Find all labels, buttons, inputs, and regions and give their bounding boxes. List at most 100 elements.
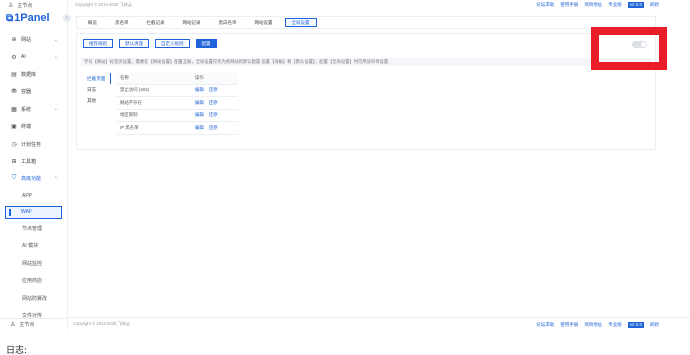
submenu-app-store[interactable]: 应用商店 — [0, 272, 67, 289]
bottom-bar: Copyright © 2014-2025 飞致云 论坛求助 使用手册 项目地址… — [69, 317, 690, 330]
edit-link[interactable]: 编辑 — [195, 125, 209, 130]
highlight-box — [591, 27, 667, 70]
schedule-icon: ◷ — [11, 141, 17, 148]
edit-link[interactable]: 编辑 — [195, 87, 209, 92]
menu-label: 高级功能 — [21, 176, 42, 183]
row-name: 禁止访问 (403) — [117, 84, 195, 97]
tab-black-white[interactable]: 黑白名单 — [213, 18, 243, 27]
sidebar: ♙ 主节点 ⧉ 1Panel ‹ ⊕ 网站 ⌄ ⚙ AI ⌄ ▤ 数据库 ⛃ 容器 ▦ 系统 ⌄… — [0, 0, 71, 330]
link-pro[interactable]: 专业版 — [608, 2, 622, 8]
recommended-rules-button[interactable]: 推荐规则 — [83, 39, 113, 48]
node-footer[interactable]: ♙ 主节点 — [0, 318, 68, 330]
logo-text: 1Panel — [14, 12, 50, 24]
menu-label: 数据库 — [21, 71, 37, 78]
menu-label: 容器 — [21, 89, 32, 96]
link-project[interactable]: 项目地址 — [584, 322, 602, 328]
menu-item-terminal[interactable]: ▣ 终端 — [0, 118, 67, 135]
container-icon: ⛃ — [11, 89, 17, 96]
menu-label: 终端 — [21, 124, 32, 131]
tab-site-log[interactable]: 网站记录 — [177, 18, 207, 27]
copyright-text: Copyright © 2014-2025 飞致云 — [73, 321, 131, 326]
restore-link[interactable]: 还原 — [209, 112, 223, 117]
link-manual[interactable]: 使用手册 — [560, 2, 578, 8]
tab-global-settings[interactable]: 全局设置 — [284, 18, 317, 27]
chevron-up-icon: ⌃ — [53, 175, 58, 182]
edit-link[interactable]: 编辑 — [195, 100, 209, 105]
menu-label: AI — [21, 54, 26, 61]
subnav-block-page[interactable]: 拦截页面 — [85, 73, 111, 84]
menu-item-ai[interactable]: ⚙ AI ⌄ — [0, 48, 67, 65]
top-links: 论坛求助 使用手册 项目地址 专业版 v2.0.0 刷新 — [536, 2, 659, 8]
menu-item-toolbox[interactable]: ⊞ 工具箱 — [0, 153, 67, 170]
restore-link[interactable]: 还原 — [209, 87, 223, 92]
edit-link[interactable]: 编辑 — [195, 112, 209, 117]
version-chip[interactable]: v2.0.0 — [627, 322, 644, 328]
toolbox-icon: ⊞ — [11, 158, 17, 165]
node-label: 主节点 — [17, 2, 33, 9]
table-row: 地区限制 编辑 还原 — [117, 109, 238, 122]
custom-rules-button[interactable]: 自定义规则 — [155, 39, 190, 48]
menu-item-website[interactable]: ⊕ 网站 ⌄ — [0, 31, 67, 48]
header-name: 名称 — [117, 73, 195, 85]
tab-intercept-log[interactable]: 拦截记录 — [141, 18, 171, 27]
submenu-ai-module[interactable]: AI 模块 — [0, 237, 67, 254]
table-row: 网站不存在 编辑 还原 — [117, 96, 238, 110]
table-row: IP 黑名单 编辑 还原 — [117, 121, 238, 135]
menu-item-container[interactable]: ⛃ 容器 — [0, 83, 67, 100]
log-label: 日志: — [6, 346, 28, 355]
menu-item-cron[interactable]: ◷ 计划任务 — [0, 135, 67, 152]
menu-label: 工具箱 — [21, 158, 37, 165]
shield-icon: ⛉ — [11, 175, 17, 182]
restore-link[interactable]: 还原 — [209, 125, 223, 130]
menu-item-system[interactable]: ▦ 系统 ⌄ — [0, 101, 67, 118]
link-project[interactable]: 项目地址 — [584, 2, 602, 8]
link-forum[interactable]: 论坛求助 — [536, 2, 554, 8]
tab-blacklist[interactable]: 黑名单 — [109, 18, 135, 27]
action-bar: 推荐规则 默认清理 自定义规则 配置 — [83, 39, 217, 48]
row-name: IP 黑名单 — [117, 121, 195, 135]
tab-overview[interactable]: 概览 — [82, 18, 103, 27]
menu-label: 系统 — [21, 106, 32, 113]
link-refresh[interactable]: 刷新 — [650, 2, 659, 8]
menu-label: 网站 — [21, 37, 32, 44]
link-forum[interactable]: 论坛求助 — [536, 322, 554, 328]
hint-banner: 字号【网站】标签页设置，需要在【网站设置】配置互联，全局设置仅作为各网站的默认配… — [81, 58, 651, 66]
subnav-log[interactable]: 日志 — [85, 84, 111, 95]
collapse-sidebar-icon[interactable]: ‹ — [63, 14, 71, 22]
menu-item-database[interactable]: ▤ 数据库 — [0, 66, 67, 83]
menu-item-advanced[interactable]: ⛉ 高级功能 ⌃ — [0, 170, 67, 187]
default-clean-button[interactable]: 默认清理 — [119, 39, 149, 48]
top-bar: Copyright © 2014-2025 飞致云 论坛求助 使用手册 项目地址… — [69, 0, 690, 10]
link-manual[interactable]: 使用手册 — [560, 322, 578, 328]
settings-card: 推荐规则 默认清理 自定义规则 配置 字号【网站】标签页设置，需要在【网站设置】… — [76, 33, 656, 150]
node-selector[interactable]: ♙ 主节点 — [0, 0, 67, 10]
subnav-other[interactable]: 其他 — [85, 95, 111, 106]
logo-mark-icon: ⧉ — [6, 12, 14, 24]
user-icon: ♙ — [10, 322, 16, 328]
version-chip[interactable]: v2.0.0 — [627, 2, 644, 8]
submenu-waf[interactable]: WAF — [5, 205, 62, 219]
row-name: 地区限制 — [117, 109, 195, 122]
settings-subnav: 拦截页面 日志 其他 — [85, 73, 111, 106]
waf-tabs: 概览 黑名单 拦截记录 网站记录 黑白名单 网站设置 全局设置 — [76, 16, 656, 29]
submenu-tamper-protect[interactable]: 网站防篡改 — [0, 289, 67, 306]
ai-icon: ⚙ — [11, 54, 17, 61]
logo: ⧉ 1Panel ‹ — [0, 10, 71, 26]
submenu-app[interactable]: APP — [0, 188, 67, 205]
chevron-down-icon: ⌄ — [53, 106, 58, 113]
link-pro[interactable]: 专业版 — [608, 322, 622, 328]
config-button[interactable]: 配置 — [195, 39, 217, 48]
submenu-nodes[interactable]: 节点管理 — [0, 220, 67, 237]
bottom-links: 论坛求助 使用手册 项目地址 专业版 v2.0.0 刷新 — [536, 322, 659, 328]
tab-site-settings[interactable]: 网站设置 — [249, 18, 279, 27]
table-row: 禁止访问 (403) 编辑 还原 — [117, 84, 238, 97]
copyright-text: Copyright © 2014-2025 飞致云 — [75, 2, 133, 7]
header-actions: 操作 — [195, 73, 238, 85]
chevron-down-icon: ⌄ — [53, 54, 58, 61]
menu-label: 计划任务 — [21, 141, 42, 148]
submenu-site-monitor[interactable]: 网站监控 — [0, 255, 67, 272]
restore-link[interactable]: 还原 — [209, 100, 223, 105]
database-icon: ▤ — [11, 71, 17, 78]
link-refresh[interactable]: 刷新 — [650, 322, 659, 328]
table-header: 名称 操作 — [117, 73, 238, 85]
